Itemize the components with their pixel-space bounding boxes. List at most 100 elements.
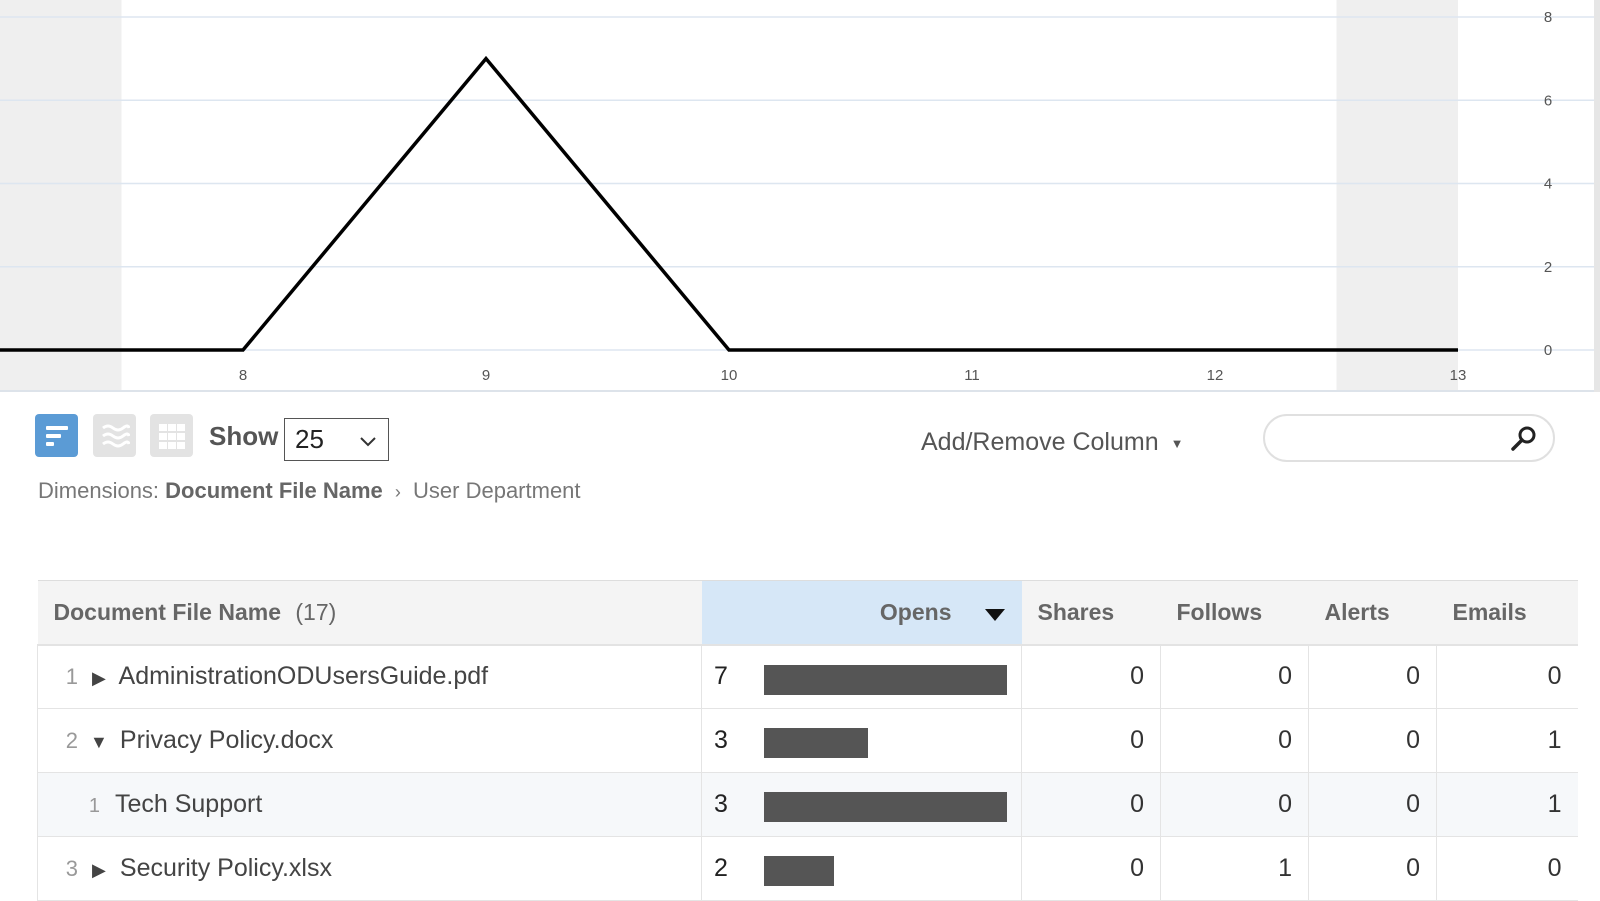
show-label: Show — [209, 421, 279, 451]
x-tick-label: 11 — [964, 367, 980, 384]
grid-view-button[interactable] — [150, 414, 193, 457]
chart-svg: 8 9 10 11 12 13 0 2 4 6 8 — [0, 0, 1600, 392]
page-size-select[interactable]: 25 — [284, 418, 389, 461]
series-line — [0, 55, 1458, 352]
opens-bar — [764, 664, 1007, 695]
row-index: 1 — [65, 664, 78, 690]
opens-value: 2 — [714, 854, 728, 882]
emails-cell: 0 — [1436, 836, 1578, 901]
follows-cell: 0 — [1160, 708, 1309, 773]
alerts-cell: 0 — [1308, 644, 1437, 709]
search-box[interactable] — [1263, 414, 1555, 462]
department-name-cell: 1 Tech Support — [37, 772, 702, 837]
grid-view-icon — [158, 423, 185, 449]
table-row[interactable]: 3 ▶ Security Policy.xlsx 2 0 1 0 0 — [37, 836, 1578, 901]
x-tick-label: 10 — [721, 367, 738, 384]
column-header-opens[interactable]: Opens — [701, 580, 1022, 646]
table-view-button[interactable] — [35, 414, 78, 457]
chart-scrollbar[interactable] — [1594, 0, 1600, 392]
trend-view-button[interactable] — [93, 414, 136, 457]
column-header-shares[interactable]: Shares — [1021, 580, 1161, 646]
trend-view-icon — [101, 424, 130, 447]
y-tick-label: 0 — [1544, 342, 1552, 359]
table-row[interactable]: 1 ▶ AdministrationODUsersGuide.pdf 7 0 0… — [37, 644, 1578, 709]
column-header-emails[interactable]: Emails — [1436, 580, 1578, 646]
out-of-range-band-left — [0, 0, 122, 392]
shares-cell: 0 — [1021, 836, 1161, 901]
opens-cell: 3 — [701, 772, 1022, 837]
y-tick-label: 6 — [1544, 92, 1552, 109]
documents-table: Document File Name (17) Opens Shares Fol… — [37, 580, 1578, 901]
opens-cell: 3 — [701, 708, 1022, 773]
x-tick-label: 8 — [239, 367, 247, 384]
caret-down-icon: ▼ — [1170, 435, 1184, 451]
document-name[interactable]: AdministrationODUsersGuide.pdf — [119, 662, 489, 690]
shares-cell: 0 — [1021, 644, 1161, 709]
dimensions-breadcrumb: Dimensions: Document File Name › User De… — [38, 478, 581, 504]
column-header-label: Opens — [879, 598, 952, 625]
table-header-row: Document File Name (17) Opens Shares Fol… — [37, 580, 1578, 646]
page-size-value: 25 — [295, 424, 324, 454]
row-count: (17) — [295, 598, 337, 625]
y-tick-label: 2 — [1544, 259, 1552, 276]
chevron-down-icon — [360, 437, 376, 447]
document-name-cell: 2 ▼ Privacy Policy.docx — [37, 708, 702, 773]
collapse-arrow-icon[interactable]: ▼ — [85, 732, 113, 753]
expand-arrow-icon[interactable]: ▶ — [85, 668, 113, 689]
column-header-label: Shares — [1037, 598, 1115, 625]
expand-arrow-icon[interactable]: ▶ — [85, 860, 113, 881]
alerts-cell: 0 — [1308, 772, 1437, 837]
document-name[interactable]: Security Policy.xlsx — [120, 854, 332, 882]
column-header-document-file-name[interactable]: Document File Name (17) — [37, 580, 702, 646]
add-remove-column-label: Add/Remove Column — [921, 428, 1159, 456]
table-row[interactable]: 2 ▼ Privacy Policy.docx 3 0 0 0 1 — [37, 708, 1578, 773]
row-index: 1 — [88, 795, 100, 817]
column-header-label: Follows — [1176, 598, 1263, 625]
opens-value: 3 — [714, 790, 728, 818]
out-of-range-band-right — [1336, 0, 1458, 392]
y-tick-label: 4 — [1544, 176, 1552, 193]
dimension-primary[interactable]: Document File Name — [165, 478, 383, 503]
opens-bar — [764, 728, 868, 758]
shares-cell: 0 — [1021, 708, 1161, 773]
add-remove-column-button[interactable]: Add/Remove Column ▼ — [921, 428, 1184, 457]
row-index: 2 — [65, 728, 78, 753]
x-tick-label: 12 — [1207, 367, 1224, 384]
row-index: 3 — [65, 856, 78, 881]
column-header-label: Document File Name — [53, 598, 282, 625]
x-tick-label: 9 — [482, 367, 490, 384]
document-name-cell: 1 ▶ AdministrationODUsersGuide.pdf — [37, 644, 702, 709]
table-child-row[interactable]: 1 Tech Support 3 0 0 0 1 — [37, 772, 1578, 837]
opens-cell: 7 — [701, 644, 1022, 709]
opens-cell: 2 — [701, 836, 1022, 901]
column-header-follows[interactable]: Follows — [1160, 580, 1309, 646]
sort-descending-icon — [984, 609, 1005, 621]
emails-cell: 1 — [1436, 708, 1578, 773]
column-header-label: Emails — [1452, 598, 1527, 625]
column-header-alerts[interactable]: Alerts — [1308, 580, 1437, 646]
dimensions-label: Dimensions: — [38, 478, 160, 503]
opens-value: 3 — [714, 726, 728, 754]
search-input[interactable] — [1281, 424, 1505, 454]
follows-cell: 0 — [1160, 644, 1309, 709]
opens-bar — [764, 792, 1007, 822]
x-tick-label: 13 — [1450, 367, 1467, 384]
alerts-cell: 0 — [1308, 836, 1437, 901]
table-view-icon — [45, 425, 68, 446]
department-name[interactable]: Tech Support — [115, 790, 262, 818]
follows-cell: 1 — [1160, 836, 1309, 901]
chart-divider — [0, 390, 1600, 392]
y-tick-label: 8 — [1544, 9, 1552, 26]
follows-cell: 0 — [1160, 772, 1309, 837]
search-icon[interactable] — [1509, 424, 1539, 454]
breadcrumb-separator: › — [394, 482, 401, 502]
shares-cell: 0 — [1021, 772, 1161, 837]
dimension-secondary[interactable]: User Department — [413, 478, 581, 503]
emails-cell: 1 — [1436, 772, 1578, 837]
document-name[interactable]: Privacy Policy.docx — [120, 726, 334, 754]
opens-trend-chart: 8 9 10 11 12 13 0 2 4 6 8 — [0, 0, 1600, 392]
emails-cell: 0 — [1436, 644, 1578, 709]
alerts-cell: 0 — [1308, 708, 1437, 773]
document-name-cell: 3 ▶ Security Policy.xlsx — [37, 836, 702, 901]
opens-value: 7 — [714, 662, 728, 691]
